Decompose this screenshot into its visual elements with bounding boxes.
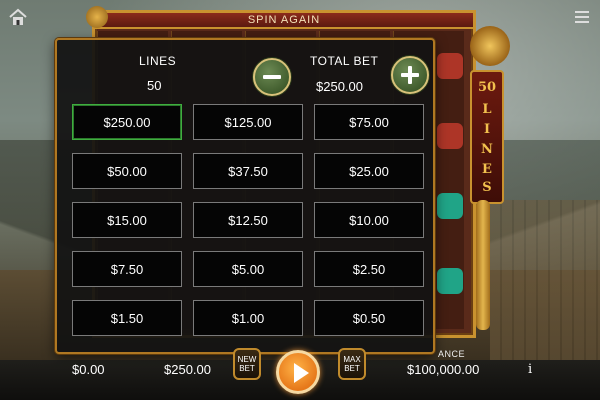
total-bet-value: $250.00 (316, 79, 363, 94)
total-bet-label: TOTAL BET (310, 54, 379, 68)
new-bet-label: NEW BET (237, 355, 257, 373)
lines-value: 50 (147, 78, 162, 93)
dragon-ornament-right (470, 26, 510, 66)
menu-icon[interactable] (572, 8, 592, 26)
play-icon (294, 363, 309, 383)
bet-option[interactable]: $10.00 (314, 202, 424, 238)
decrease-bet-button[interactable] (253, 58, 291, 96)
balance-label: ANCE (438, 349, 466, 359)
spin-again-banner: SPIN AGAIN (95, 13, 473, 29)
bet-option[interactable]: $0.50 (314, 300, 424, 336)
info-icon[interactable]: i (528, 362, 532, 377)
bet-option[interactable]: $37.50 (193, 153, 303, 189)
dragon-ornament-left (86, 6, 108, 28)
minus-icon (263, 75, 281, 79)
reel-symbol (437, 268, 463, 294)
lines-banner-letter: N (481, 142, 493, 157)
bet-option[interactable]: $15.00 (72, 202, 182, 238)
lines-banner: 50 L I N E S (470, 70, 504, 204)
new-bet-button[interactable]: NEW BET (233, 348, 261, 380)
balance-value: $100,000.00 (407, 362, 480, 377)
dragon-pillar (476, 200, 490, 330)
home-icon[interactable] (8, 8, 28, 26)
bet-option[interactable]: $125.00 (193, 104, 303, 140)
bet-selection-panel: LINES 50 TOTAL BET $250.00 $250.00 $125.… (55, 38, 435, 354)
reel-symbol (437, 123, 463, 149)
bet-option[interactable]: $2.50 (314, 251, 424, 287)
bet-option[interactable]: $5.00 (193, 251, 303, 287)
bet-option[interactable]: $250.00 (72, 104, 182, 140)
lines-banner-letter: E (482, 162, 492, 177)
bet-option[interactable]: $1.00 (193, 300, 303, 336)
bet-option[interactable]: $1.50 (72, 300, 182, 336)
bet-option[interactable]: $12.50 (193, 202, 303, 238)
lines-label: LINES (139, 54, 177, 68)
bet-option[interactable]: $25.00 (314, 153, 424, 189)
bet-option[interactable]: $50.00 (72, 153, 182, 189)
great-wall (490, 200, 600, 360)
reel-symbol (437, 53, 463, 79)
lines-banner-letter: I (483, 122, 491, 137)
lines-banner-letter: S (482, 180, 492, 195)
bet-option[interactable]: $75.00 (314, 104, 424, 140)
lines-banner-number: 50 (477, 80, 497, 95)
bet-option[interactable]: $7.50 (72, 251, 182, 287)
lines-banner-letter: L (482, 102, 492, 117)
max-bet-button[interactable]: MAX BET (338, 348, 366, 380)
spin-button[interactable] (276, 350, 320, 394)
reel-symbol (437, 193, 463, 219)
max-bet-label: MAX BET (343, 355, 361, 373)
win-value: $0.00 (72, 362, 105, 377)
increase-bet-button[interactable] (391, 56, 429, 94)
bet-value: $250.00 (164, 362, 211, 377)
